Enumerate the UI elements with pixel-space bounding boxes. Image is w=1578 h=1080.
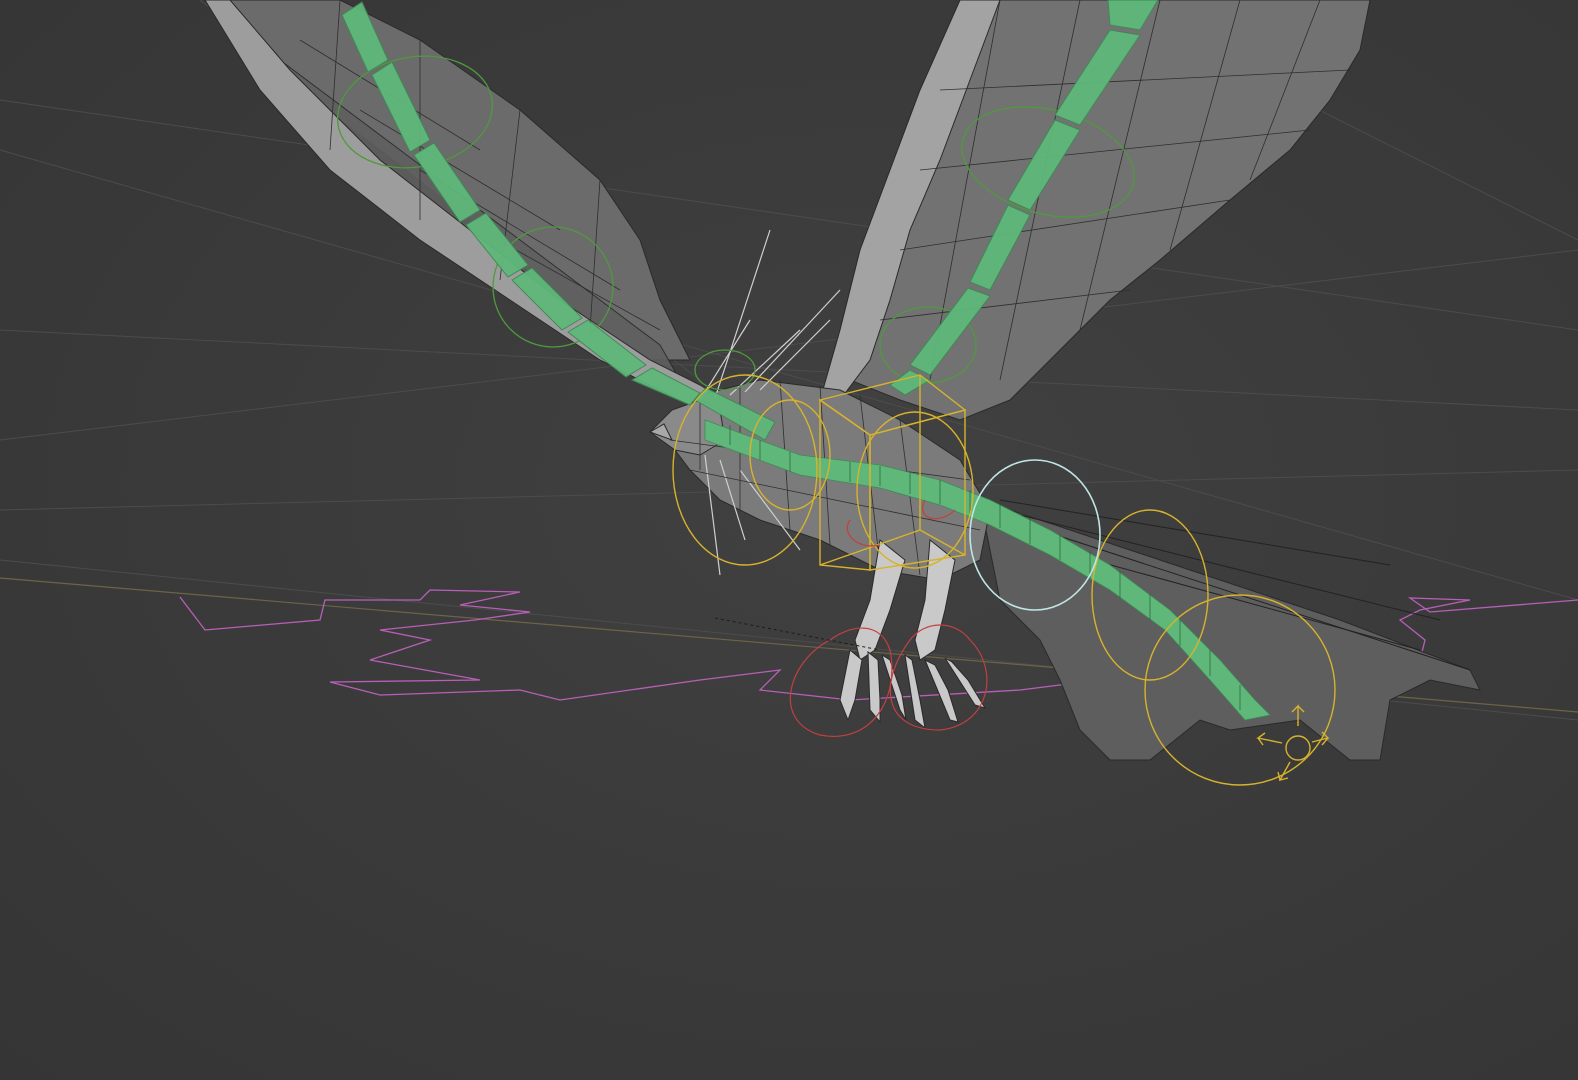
floor-grid [0,0,1578,721]
viewport-scene[interactable] [0,0,1578,1080]
3d-viewport[interactable] [0,0,1578,1080]
